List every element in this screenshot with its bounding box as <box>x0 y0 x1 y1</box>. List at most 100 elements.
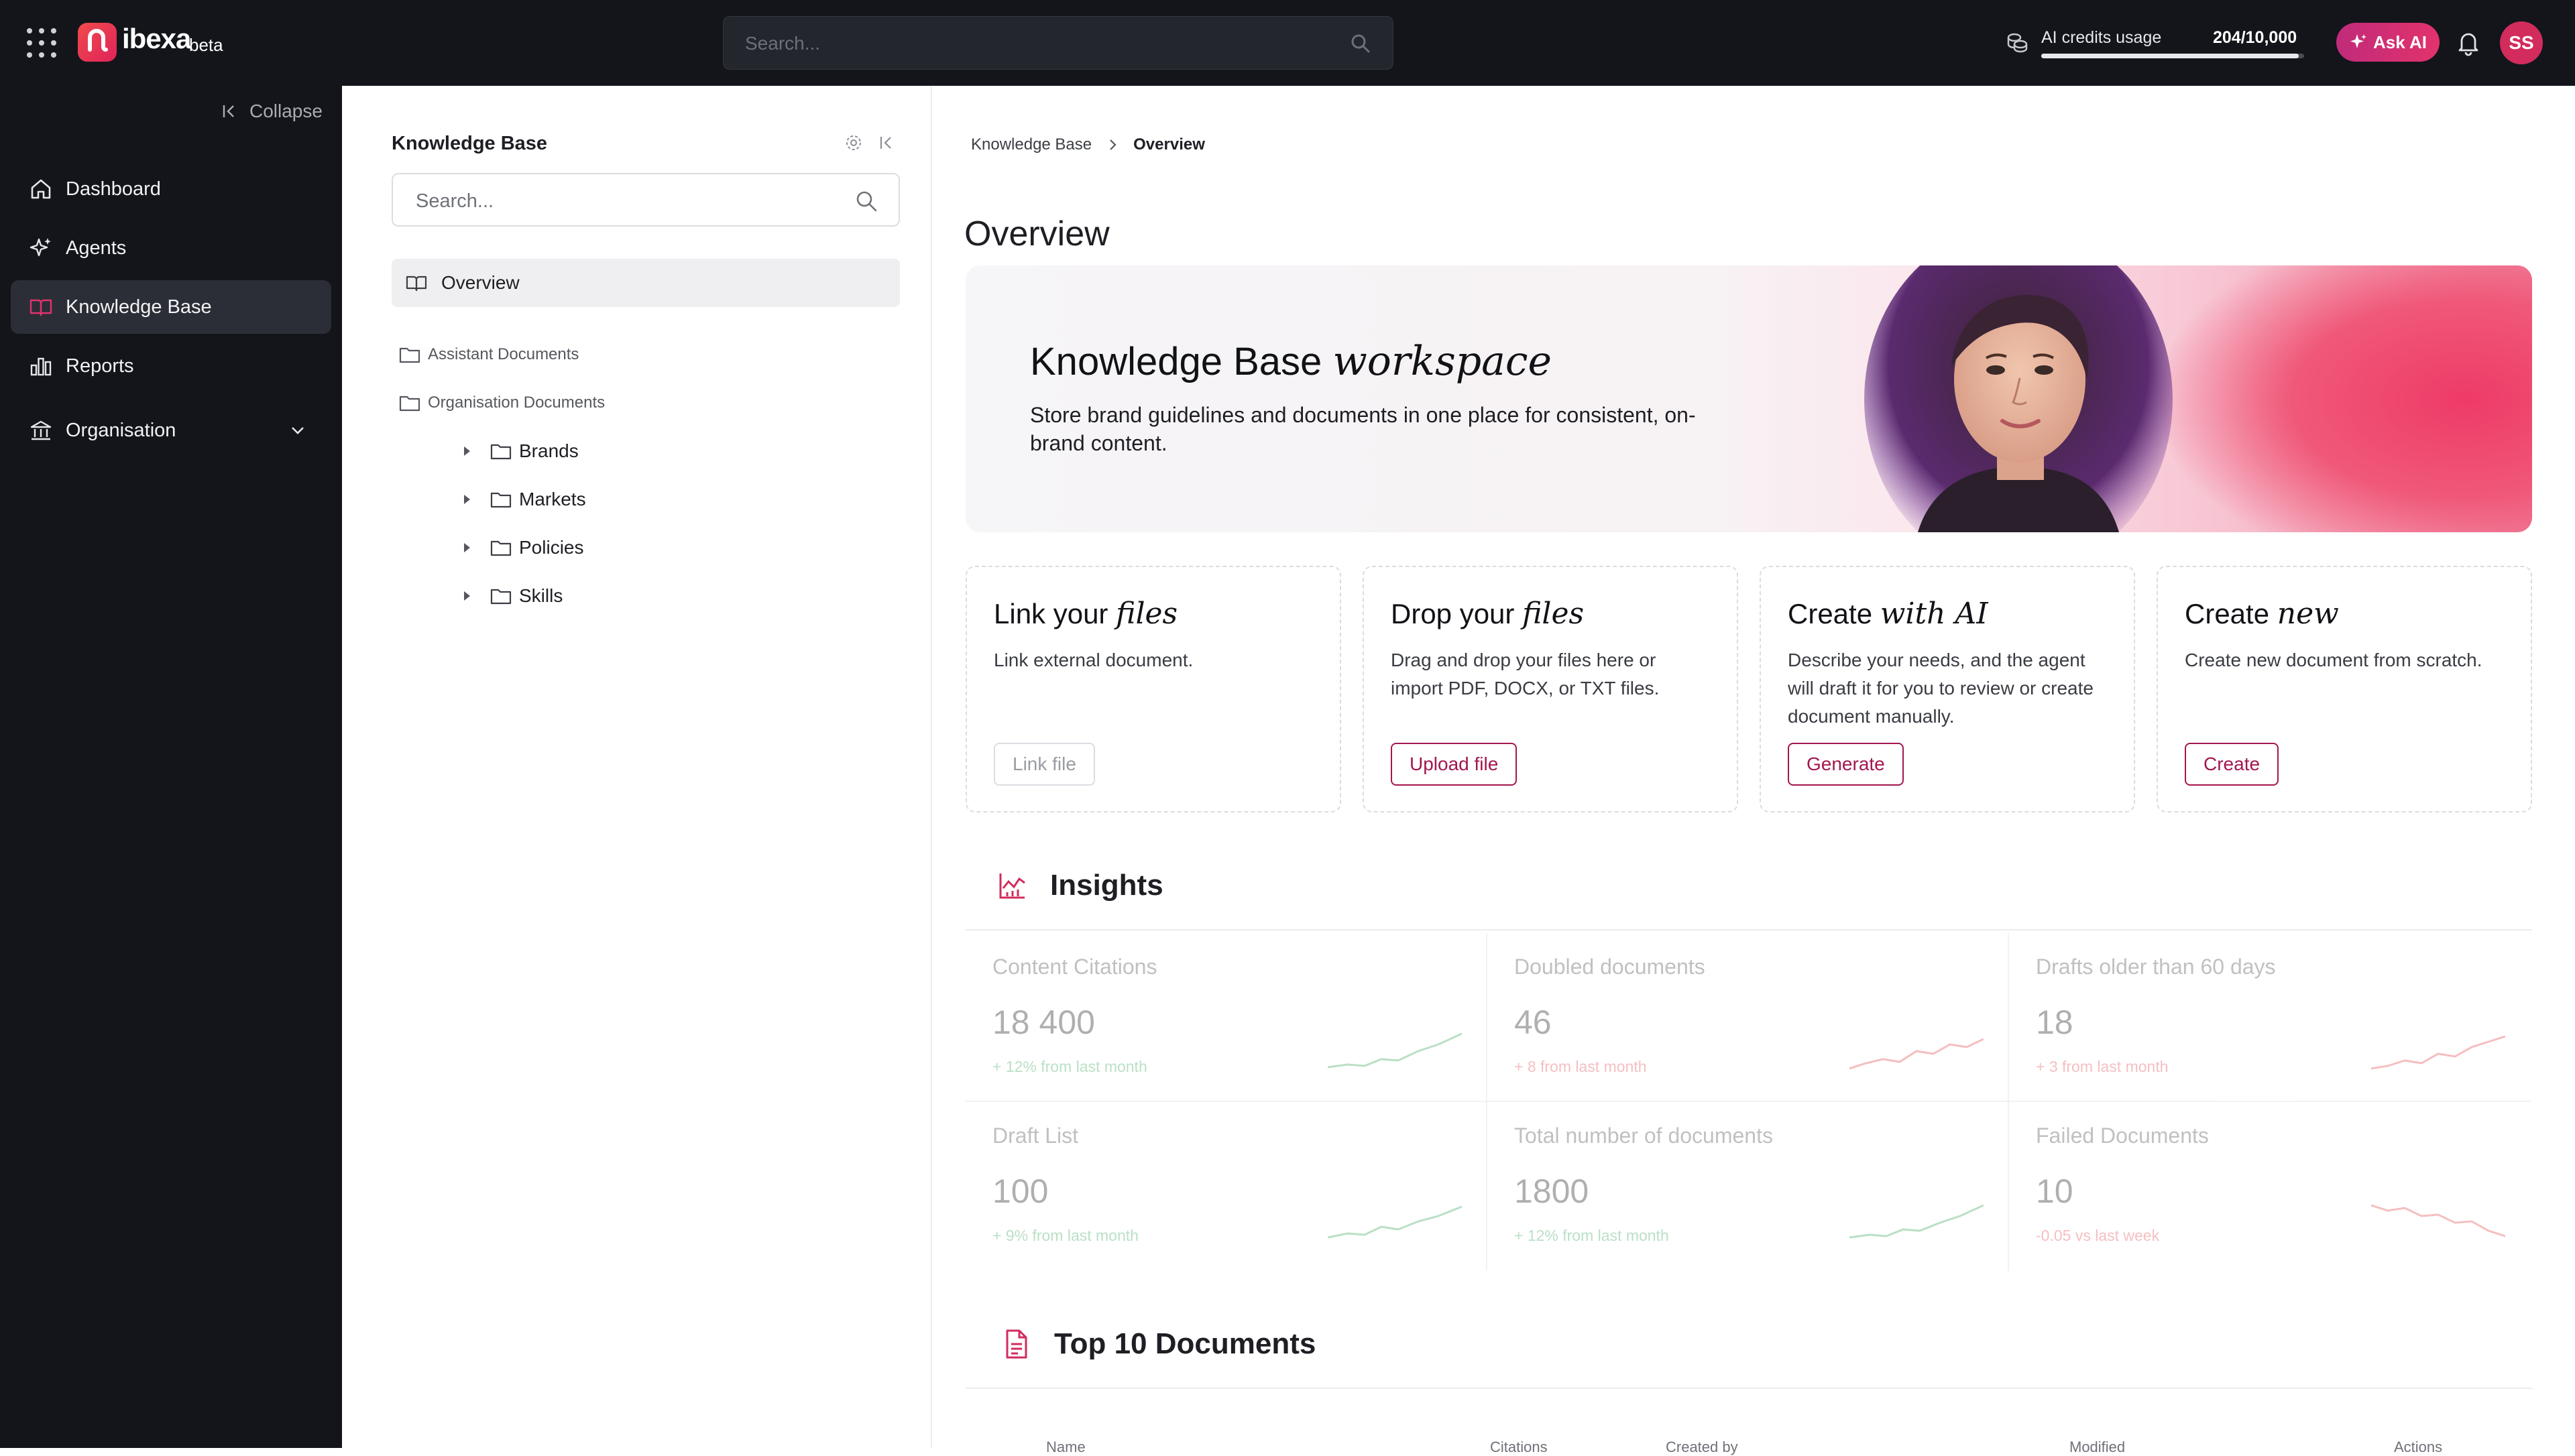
column-header-created-by[interactable]: Created by <box>1666 1439 1738 1456</box>
stat-total-documents[interactable]: Total number of documents 1800 + 12% fro… <box>1487 1102 2009 1271</box>
create-button[interactable]: Create <box>2185 743 2279 786</box>
collapse-label: Collapse <box>249 101 323 121</box>
sidebar-item-dashboard[interactable]: Dashboard <box>11 162 331 216</box>
stat-label: Doubled documents <box>1514 955 1705 979</box>
hero-description: Store brand guidelines and documents in … <box>1030 403 1696 455</box>
column-header-actions: Actions <box>2394 1439 2443 1455</box>
breadcrumb-root[interactable]: Knowledge Base <box>971 135 1092 154</box>
card-link-files: Link your files Link external document. … <box>966 566 1341 812</box>
caret-right-icon[interactable] <box>460 493 473 506</box>
card-title: Link your files <box>994 597 1178 631</box>
beta-badge: beta <box>189 35 223 55</box>
tree-item-assistant-documents[interactable]: Assistant Documents <box>398 343 579 366</box>
stat-content-citations[interactable]: Content Citations 18 400 + 12% from last… <box>966 933 1487 1102</box>
card-description: Link external document. <box>994 650 1194 670</box>
top-documents-title: Top 10 Documents <box>1054 1327 1316 1360</box>
ask-ai-label: Ask AI <box>2373 32 2427 52</box>
hero-title: Knowledge Base workspace <box>1030 338 1552 385</box>
top-documents-divider <box>966 1388 2532 1389</box>
hero-portrait-image <box>1864 265 2173 532</box>
card-title-accent: files <box>1116 597 1178 631</box>
card-description: Describe your needs, and the agent will … <box>1788 650 2094 727</box>
sparkline <box>2371 1035 2505 1070</box>
global-search-input[interactable] <box>744 30 1334 57</box>
sparkle-icon <box>30 238 51 257</box>
stat-value: 10 <box>2036 1172 2073 1210</box>
card-title-accent: with AI <box>1880 597 1988 631</box>
link-file-button[interactable]: Link file <box>994 743 1095 786</box>
gear-icon[interactable] <box>844 133 864 153</box>
stat-label: Drafts older than 60 days <box>2036 955 2276 979</box>
user-avatar[interactable]: SS <box>2500 21 2543 64</box>
stat-label: Failed Documents <box>2036 1124 2209 1148</box>
sidebar-item-label: Organisation <box>66 419 176 441</box>
stat-value: 100 <box>992 1172 1049 1210</box>
sidebar-item-knowledge-base[interactable]: Knowledge Base <box>11 280 331 334</box>
generate-button[interactable]: Generate <box>1788 743 1904 786</box>
breadcrumb-current: Overview <box>1133 135 1205 154</box>
caret-right-icon[interactable] <box>460 444 473 458</box>
page-title: Overview <box>964 214 1110 253</box>
caret-right-icon[interactable] <box>460 589 473 603</box>
logo-icon[interactable] <box>78 23 117 62</box>
sidebar-item-label: Agents <box>66 237 127 259</box>
tree-item-brands[interactable]: Brands <box>460 440 579 463</box>
upload-file-button[interactable]: Upload file <box>1391 743 1518 786</box>
folder-icon <box>399 396 420 412</box>
building-icon <box>30 420 52 440</box>
panel-title: Knowledge Base <box>392 133 548 154</box>
apps-grid-icon[interactable] <box>25 27 58 59</box>
book-icon <box>406 276 427 292</box>
stat-value: 46 <box>1514 1004 1552 1041</box>
insights-title: Insights <box>1050 869 1163 902</box>
column-header-modified[interactable]: Modified <box>2069 1439 2125 1456</box>
bell-icon[interactable] <box>2454 28 2482 56</box>
stat-failed-documents[interactable]: Failed Documents 10 -0.05 vs last week <box>2009 1102 2531 1271</box>
card-description: Drag and drop your files here or import … <box>1391 650 1660 699</box>
hero-title-main: Knowledge Base <box>1030 340 1322 383</box>
collapse-button[interactable]: Collapse <box>221 101 323 122</box>
sparkline <box>1328 1205 1462 1239</box>
sidebar-item-reports[interactable]: Reports <box>11 339 331 393</box>
insights-divider <box>966 929 2532 930</box>
tree-item-policies[interactable]: Policies <box>460 536 583 559</box>
ask-ai-button[interactable]: Ask AI <box>2336 23 2440 62</box>
search-icon[interactable] <box>1349 32 1373 56</box>
card-title: Create with AI <box>1788 597 1988 631</box>
tree-item-organisation-documents[interactable]: Organisation Documents <box>398 391 605 414</box>
stat-drafts-older[interactable]: Drafts older than 60 days 18 + 3 from la… <box>2009 933 2531 1102</box>
card-title: Drop your files <box>1391 597 1584 631</box>
main-sidebar: Collapse Dashboard Agents Knowledge Base… <box>0 86 342 1448</box>
card-title-main: Link your <box>994 598 1108 629</box>
tree-item-overview[interactable]: Overview <box>392 259 900 307</box>
column-header-name[interactable]: Name <box>1046 1439 1086 1456</box>
hero-banner: Knowledge Base workspace Store brand gui… <box>966 265 2532 532</box>
tree-item-markets[interactable]: Markets <box>460 488 586 511</box>
caret-right-icon[interactable] <box>460 541 473 554</box>
stat-value: 18 400 <box>992 1004 1095 1041</box>
stat-doubled-documents[interactable]: Doubled documents 46 + 8 from last month <box>1487 933 2009 1102</box>
sidebar-item-label: Knowledge Base <box>66 296 212 318</box>
stat-draft-list[interactable]: Draft List 100 + 9% from last month <box>966 1102 1487 1271</box>
sparkline <box>1849 1204 1984 1239</box>
sparkline <box>1328 1032 1462 1069</box>
chevron-down-icon[interactable] <box>288 421 307 440</box>
sidebar-item-label: Reports <box>66 355 134 377</box>
stat-value: 1800 <box>1514 1172 1589 1210</box>
tree-item-skills[interactable]: Skills <box>460 585 563 607</box>
column-header-citations[interactable]: Citations <box>1490 1439 1548 1456</box>
folder-icon <box>399 347 420 363</box>
folder-icon <box>490 492 512 508</box>
bar-chart-icon <box>30 357 52 376</box>
stat-delta: -0.05 vs last week <box>2036 1227 2160 1244</box>
tree-item-label: Assistant Documents <box>428 345 579 363</box>
panel-search-input[interactable] <box>414 188 830 215</box>
collapse-panel-icon[interactable] <box>877 133 897 153</box>
global-search <box>723 16 1393 70</box>
search-icon[interactable] <box>853 188 880 215</box>
stat-delta: + 12% from last month <box>1514 1227 1669 1244</box>
sidebar-item-agents[interactable]: Agents <box>11 221 331 275</box>
tree-item-label: Policies <box>519 537 584 558</box>
sidebar-item-organisation[interactable]: Organisation <box>11 404 331 457</box>
breadcrumb: Knowledge Base Overview <box>971 135 1205 154</box>
